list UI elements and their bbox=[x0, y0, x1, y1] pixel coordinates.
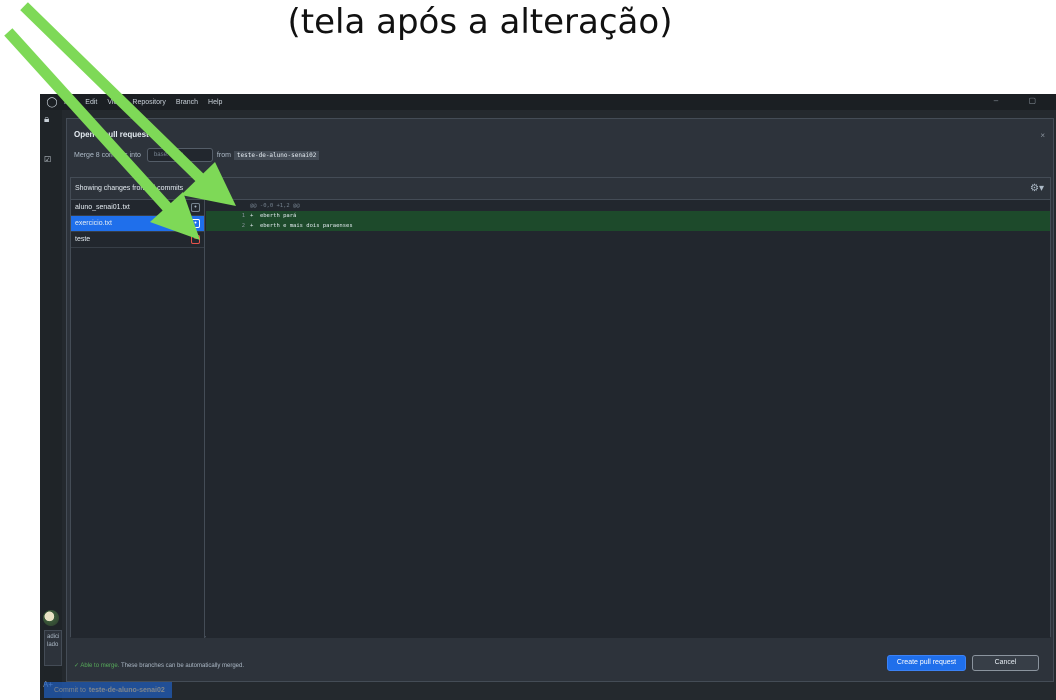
github-desktop-window: ◯ File Edit View Repository Branch Help … bbox=[40, 94, 1056, 700]
commit-button[interactable]: Commit to teste-de-aluno-senai02 bbox=[44, 682, 172, 698]
window-controls[interactable]: – ▢ bbox=[994, 96, 1050, 105]
diff-line-added[interactable]: 1 + eberth pará bbox=[206, 211, 1050, 221]
file-modified-icon: • bbox=[191, 219, 200, 228]
commit-summary-field[interactable]: adici lado bbox=[44, 630, 62, 666]
new-line-number: 2 bbox=[241, 223, 245, 229]
commit-button-branch: teste-de-aluno-senai02 bbox=[88, 686, 165, 694]
menu-repository[interactable]: Repository bbox=[132, 99, 165, 106]
base-branch-select[interactable]: base: main bbox=[146, 148, 213, 162]
file-deleted-icon: − bbox=[191, 235, 200, 244]
file-item[interactable]: teste − bbox=[71, 232, 204, 248]
merge-summary: Merge 8 commits into base: main from tes… bbox=[74, 148, 320, 162]
caption-title: (tela após a alteração) bbox=[287, 2, 673, 42]
dialog-title: Open a pull request bbox=[74, 130, 149, 139]
gear-icon[interactable]: ⚙▾ bbox=[1030, 183, 1044, 194]
menu-edit[interactable]: Edit bbox=[85, 99, 97, 106]
file-item-selected[interactable]: exercicio.txt • bbox=[71, 216, 204, 232]
diff-line-content: + eberth e mais dois paraenses bbox=[250, 221, 353, 231]
github-logo-icon: ◯ bbox=[46, 96, 58, 108]
menu-branch[interactable]: Branch bbox=[176, 99, 198, 106]
cancel-button[interactable]: Cancel bbox=[972, 655, 1039, 671]
diff-line-text: eberth pará bbox=[259, 213, 297, 219]
pull-request-dialog: Open a pull request × Merge 8 commits in… bbox=[66, 118, 1054, 682]
old-line-number bbox=[212, 211, 227, 221]
checkbox-icon[interactable]: ☑ bbox=[44, 155, 51, 164]
diff-hunk-header: @@ -0,0 +1,2 @@ bbox=[206, 201, 1050, 211]
create-pull-request-button[interactable]: Create pull request bbox=[887, 655, 966, 671]
changes-header: Showing changes from all commits ⚙▾ bbox=[71, 178, 1050, 200]
merge-status-message: These branches can be automatically merg… bbox=[120, 663, 245, 669]
hunk-text: @@ -0,0 +1,2 @@ bbox=[250, 203, 300, 209]
lock-icon: 🔒︎ bbox=[44, 114, 50, 125]
merge-status: ✓ Able to merge. These branches can be a… bbox=[74, 662, 244, 669]
menu-file[interactable]: File bbox=[64, 99, 75, 106]
file-name: aluno_senai01.txt bbox=[75, 204, 130, 211]
merge-status-ok: ✓ Able to merge. bbox=[74, 663, 120, 669]
diff-marker: + bbox=[250, 223, 254, 229]
menu-help[interactable]: Help bbox=[208, 99, 222, 106]
diff-line-content: + eberth pará bbox=[250, 211, 296, 221]
diff-line-text: eberth e mais dois paraenses bbox=[259, 223, 353, 229]
old-line-number bbox=[212, 221, 227, 231]
head-branch: teste-de-aluno-senai02 bbox=[233, 150, 320, 160]
from-label: from bbox=[216, 151, 231, 159]
avatar bbox=[43, 610, 59, 626]
new-line-number: 1 bbox=[241, 213, 245, 219]
changes-panel: Showing changes from all commits ⚙▾ alun… bbox=[70, 177, 1051, 638]
commit-button-prefix: Commit to bbox=[54, 686, 86, 694]
left-sidebar: 🔒︎ ☑ adici lado A+ bbox=[40, 110, 62, 700]
menu-view[interactable]: View bbox=[107, 99, 122, 106]
close-icon[interactable]: × bbox=[1040, 131, 1045, 140]
commit-summary-text: adici bbox=[47, 634, 60, 640]
merge-prefix: Merge 8 commits into bbox=[74, 151, 141, 159]
file-name: teste bbox=[75, 236, 91, 243]
commit-description-text: lado bbox=[47, 642, 59, 648]
diff-marker: + bbox=[250, 213, 254, 219]
changed-files-list: aluno_senai01.txt • exercicio.txt • test… bbox=[71, 200, 205, 638]
file-name: exercicio.txt bbox=[75, 220, 112, 227]
diff-view: @@ -0,0 +1,2 @@ 1 + eberth pará 2 + eber… bbox=[206, 200, 1050, 638]
menu-bar: ◯ File Edit View Repository Branch Help … bbox=[40, 94, 1056, 110]
changes-header-label: Showing changes from all commits bbox=[75, 185, 184, 192]
diff-line-added[interactable]: 2 + eberth e mais dois paraenses bbox=[206, 221, 1050, 231]
file-modified-icon: • bbox=[191, 203, 200, 212]
file-item[interactable]: aluno_senai01.txt • bbox=[71, 200, 204, 216]
